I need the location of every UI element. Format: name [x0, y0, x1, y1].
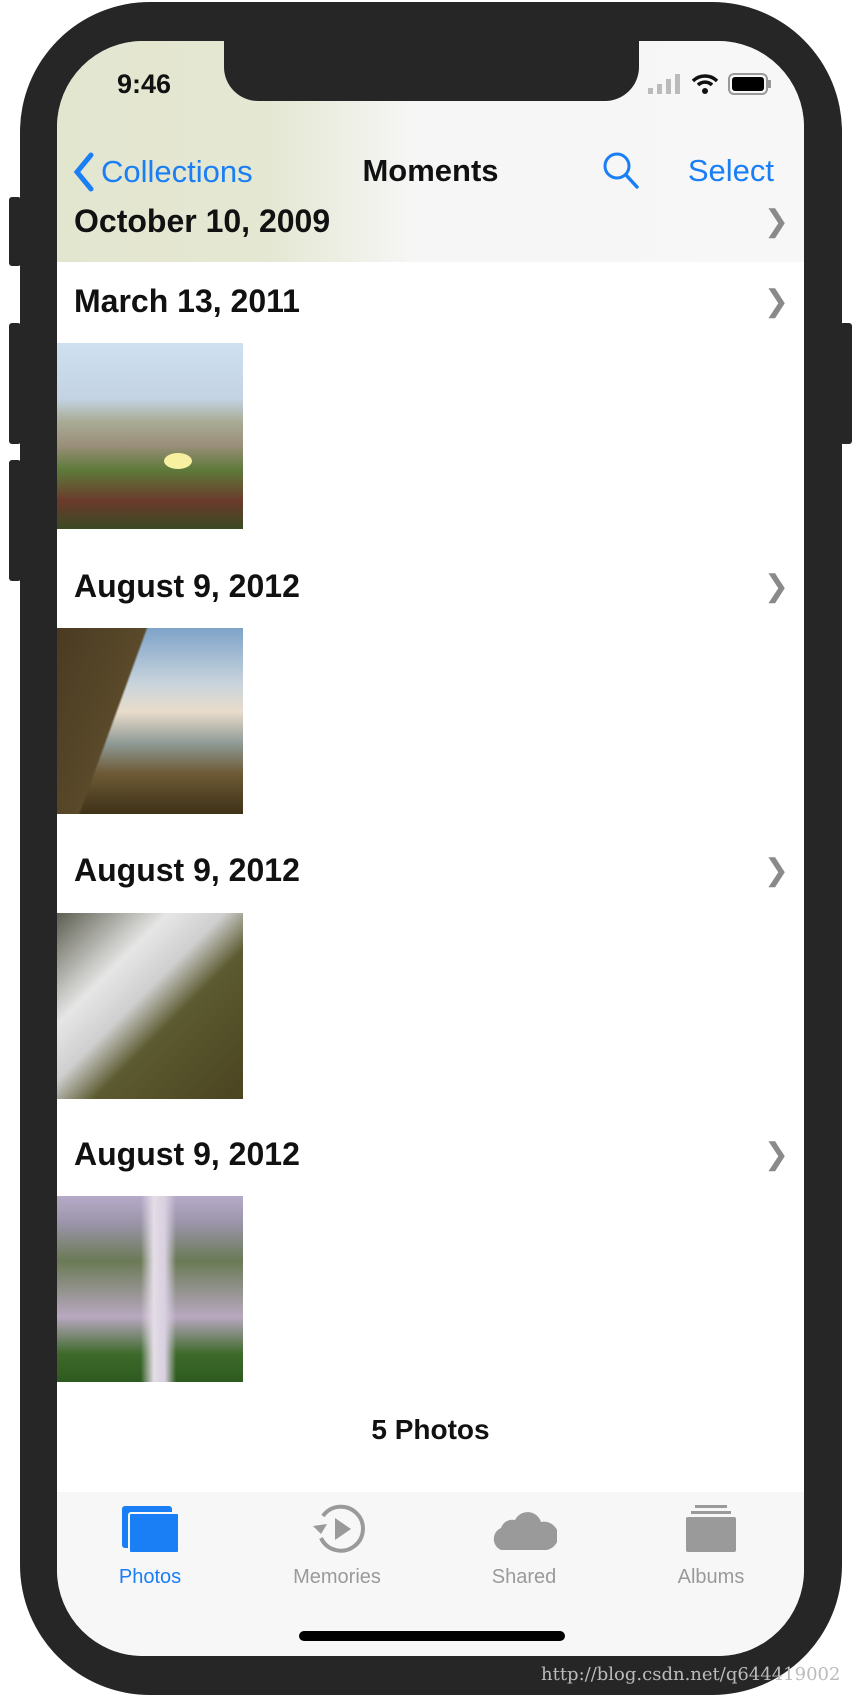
nav-bar: Collections Moments Select [57, 151, 804, 193]
photo-thumbnail-waterfall[interactable] [57, 628, 243, 814]
section-date: October 10, 2009 [74, 203, 331, 239]
chevron-right-icon: ❯ [763, 570, 789, 603]
battery-icon [728, 73, 771, 95]
section-header[interactable]: August 9, 2012 ❯ [74, 1136, 789, 1173]
section-header[interactable]: March 13, 2011 ❯ [74, 283, 789, 320]
tab-label: Photos [118, 1566, 182, 1588]
back-label: Collections [101, 154, 253, 189]
select-button[interactable]: Select [688, 153, 774, 189]
tab-shared[interactable]: Shared [464, 1504, 584, 1589]
chevron-left-icon [73, 152, 94, 192]
photo-count: 5 Photos [371, 1414, 490, 1445]
status-icons [648, 73, 772, 95]
section-header[interactable]: August 9, 2012 ❯ [74, 852, 789, 889]
section-date: August 9, 2012 [74, 852, 300, 888]
chevron-right-icon: ❯ [763, 854, 789, 887]
status-time: 9:46 [117, 69, 172, 99]
screen: 9:46 Collections Moments Select October … [57, 41, 804, 1656]
volume-down-button [9, 460, 21, 581]
section-date: August 9, 2012 [74, 568, 300, 604]
watermark: http://blog.csdn.net/q644419002 [541, 1664, 841, 1685]
tab-memories[interactable]: Memories [277, 1504, 397, 1589]
photos-icon [122, 1506, 180, 1554]
photo-thumbnail-cascade[interactable] [57, 913, 243, 1099]
chevron-right-icon: ❯ [763, 205, 789, 238]
chevron-right-icon: ❯ [763, 1138, 789, 1171]
tab-albums[interactable]: Albums [651, 1504, 771, 1589]
cloud-icon [493, 1512, 559, 1550]
tab-photos[interactable]: Photos [90, 1504, 210, 1589]
mute-switch [9, 197, 21, 266]
search-icon[interactable] [602, 151, 640, 191]
notch [224, 41, 639, 101]
wifi-icon [692, 74, 718, 94]
chevron-right-icon: ❯ [763, 285, 789, 318]
albums-icon [686, 1505, 736, 1552]
photo-thumbnail-flower[interactable] [57, 343, 243, 529]
power-button [840, 323, 852, 444]
memories-icon [313, 1504, 365, 1553]
home-indicator[interactable] [299, 1631, 565, 1641]
section-header[interactable]: August 9, 2012 ❯ [74, 568, 789, 605]
back-button[interactable]: Collections [71, 151, 253, 193]
tab-label: Memories [293, 1566, 381, 1588]
photo-thumbnail-falls[interactable] [57, 1196, 243, 1382]
volume-up-button [9, 323, 21, 444]
section-header[interactable]: October 10, 2009 ❯ [74, 203, 789, 240]
section-date: August 9, 2012 [74, 1136, 300, 1172]
section-date: March 13, 2011 [74, 283, 300, 319]
tab-label: Albums [677, 1566, 745, 1588]
flower [164, 453, 192, 469]
tab-label: Shared [491, 1566, 557, 1588]
cellular-signal-icon [648, 74, 680, 94]
